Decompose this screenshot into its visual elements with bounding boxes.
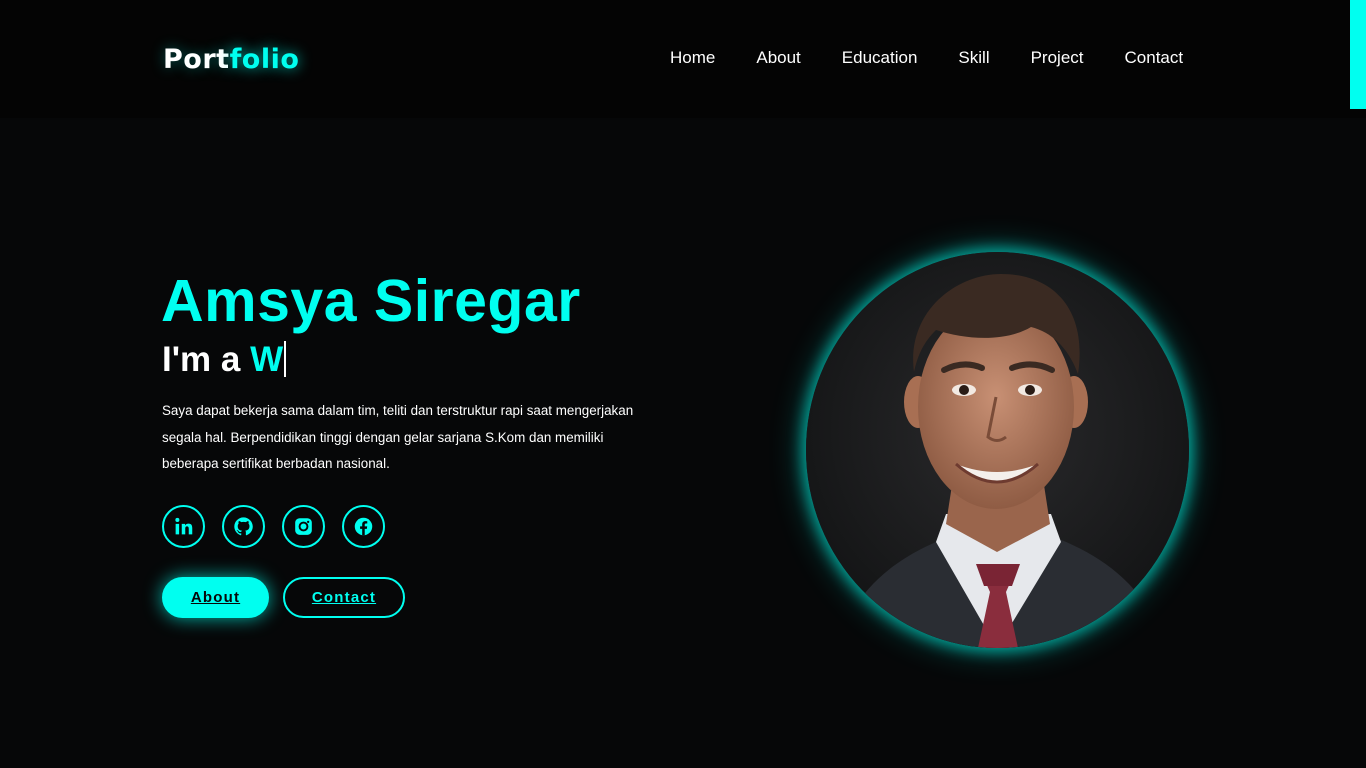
nav-link-about[interactable]: About	[756, 47, 800, 69]
github-icon	[233, 516, 254, 537]
site-header: Portfolio Home About Education Skill Pro…	[0, 0, 1366, 118]
hero-typed-intro: I'm a W	[162, 340, 287, 380]
instagram-link[interactable]	[282, 505, 325, 548]
hero-name: Amsya Siregar	[161, 268, 581, 334]
facebook-icon	[353, 516, 374, 537]
nav-link-project[interactable]: Project	[1031, 47, 1084, 69]
contact-button[interactable]: Contact	[283, 577, 405, 618]
logo-text-primary: Port	[163, 44, 230, 75]
social-links	[162, 505, 385, 548]
main-nav: Home About Education Skill Project Conta…	[670, 47, 1183, 69]
linkedin-icon	[173, 516, 194, 537]
profile-photo	[806, 252, 1189, 648]
intro-prefix: I'm a	[162, 340, 241, 379]
scroll-progress-bar	[1350, 0, 1366, 109]
instagram-icon	[293, 516, 314, 537]
logo[interactable]: Portfolio	[163, 42, 299, 78]
nav-link-home[interactable]: Home	[670, 47, 715, 69]
logo-text-accent: folio	[229, 44, 300, 75]
typing-cursor	[284, 341, 287, 377]
nav-link-education[interactable]: Education	[842, 47, 918, 69]
nav-link-skill[interactable]: Skill	[958, 47, 989, 69]
github-link[interactable]	[222, 505, 265, 548]
about-button[interactable]: About	[162, 577, 269, 618]
linkedin-link[interactable]	[162, 505, 205, 548]
nav-link-contact[interactable]: Contact	[1125, 47, 1184, 69]
typed-text: W	[250, 340, 284, 379]
facebook-link[interactable]	[342, 505, 385, 548]
hero-description: Saya dapat bekerja sama dalam tim, telit…	[162, 403, 634, 471]
